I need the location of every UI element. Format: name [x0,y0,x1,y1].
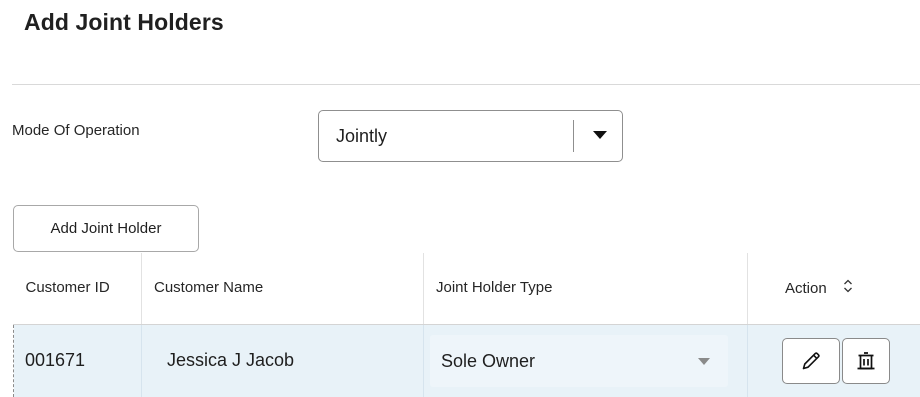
table-row[interactable]: 001671 Jessica J Jacob Sole Owner [13,323,920,397]
joint-holders-table: Customer ID Customer Name Joint Holder T… [13,253,920,397]
column-header-label: Joint Holder Type [436,279,553,297]
add-joint-holder-button[interactable]: Add Joint Holder [13,205,199,252]
chevron-down-icon[interactable] [698,357,710,365]
column-header-customer-id: Customer ID [13,253,142,325]
cell-customer-name: Jessica J Jacob [141,323,424,397]
cell-action [747,323,920,397]
cell-joint-holder-type: Sole Owner [423,323,748,397]
column-header-action[interactable]: Action [747,253,920,325]
column-header-label: Action [785,279,827,297]
column-header-label: Customer ID [25,279,110,297]
select-separator [573,120,574,152]
page-title: Add Joint Holders [24,9,224,35]
table-header-row: Customer ID Customer Name Joint Holder T… [13,253,920,325]
edit-button[interactable] [782,337,840,384]
column-header-customer-name: Customer Name [141,253,424,325]
delete-button[interactable] [842,337,890,384]
caret-down-icon[interactable] [593,131,607,139]
mode-of-operation-label: Mode Of Operation [12,122,140,139]
joint-holder-type-select[interactable]: Sole Owner [430,334,728,387]
column-header-label: Customer Name [154,279,264,297]
joint-holder-type-value: Sole Owner [441,350,536,371]
mode-of-operation-value: Jointly [336,126,388,146]
title-divider [12,84,920,85]
sort-icon[interactable] [843,279,853,296]
cell-customer-id: 001671 [13,323,142,397]
mode-of-operation-select[interactable]: Jointly [318,110,623,162]
column-header-joint-holder-type: Joint Holder Type [423,253,748,325]
